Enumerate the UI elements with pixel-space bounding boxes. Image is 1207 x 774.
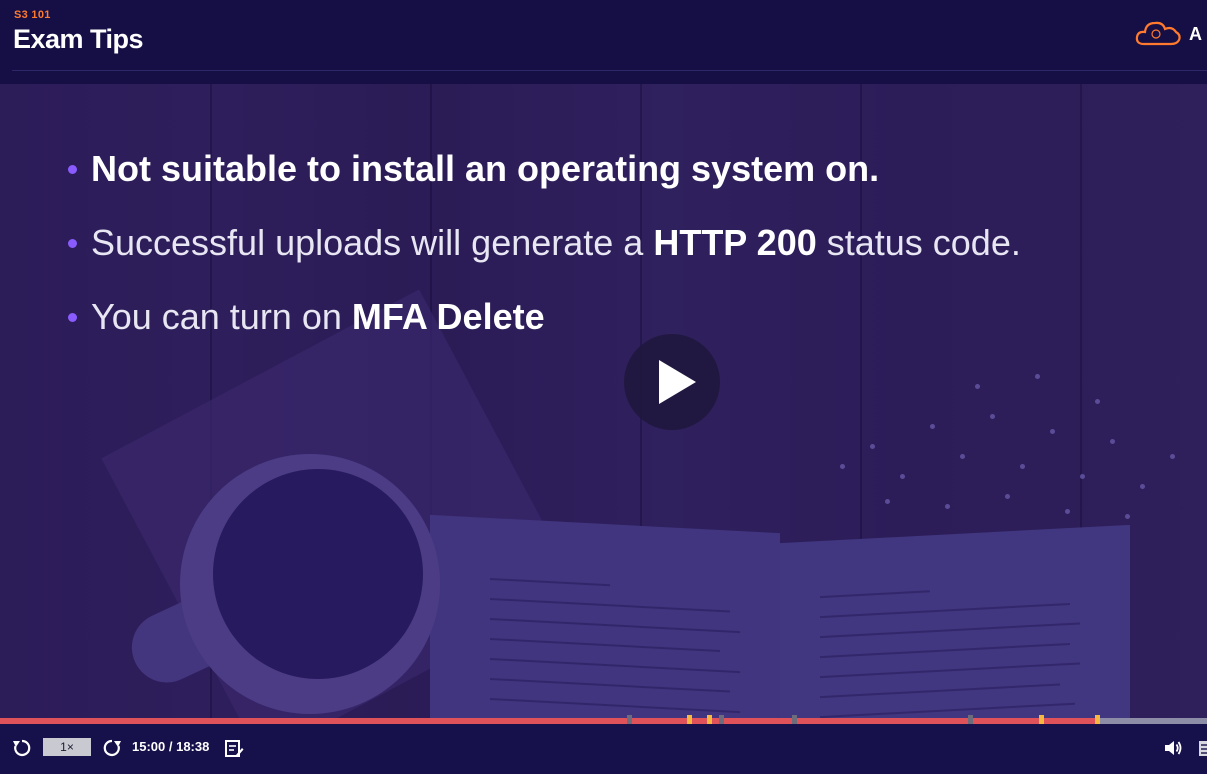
time-display: 15:00 / 18:38	[132, 739, 210, 754]
bullet-text: Not suitable to install an operating sys…	[91, 148, 879, 190]
lesson-header: S3 101 Exam Tips A	[0, 0, 1207, 84]
rewind-icon[interactable]	[12, 738, 32, 758]
bullet-text-normal: status code.	[816, 222, 1021, 263]
header-divider	[12, 70, 1207, 71]
player-controls: 1× 15:00 / 18:38	[0, 724, 1207, 774]
bullet-text: Successful uploads will generate a HTTP …	[91, 222, 1021, 264]
volume-icon[interactable]	[1163, 738, 1183, 758]
bullet-text-bold: MFA Delete	[351, 296, 545, 337]
menu-icon[interactable]	[1199, 738, 1207, 758]
forward-icon[interactable]	[102, 738, 122, 758]
bullet-text-bold: HTTP 200	[653, 222, 817, 263]
bullet-dot	[68, 239, 77, 248]
bullet-text: You can turn on MFA Delete	[91, 296, 545, 338]
bullet-text-normal: You can turn on	[91, 296, 352, 337]
bullet-dot	[68, 313, 77, 322]
slide-title: Exam Tips	[13, 24, 144, 54]
cloud-logo-icon	[1135, 21, 1181, 46]
course-code: S3 101	[14, 9, 51, 21]
brand-letter: A	[1189, 24, 1202, 44]
bullet-dot	[68, 165, 77, 174]
play-icon	[659, 360, 696, 404]
play-button[interactable]	[624, 334, 720, 430]
notes-icon[interactable]	[224, 739, 244, 759]
bullet-text-normal: Successful uploads will generate a	[91, 222, 654, 263]
playback-speed-button[interactable]: 1×	[43, 738, 91, 756]
bullet-text-bold: Not suitable to install an operating sys…	[91, 148, 880, 189]
